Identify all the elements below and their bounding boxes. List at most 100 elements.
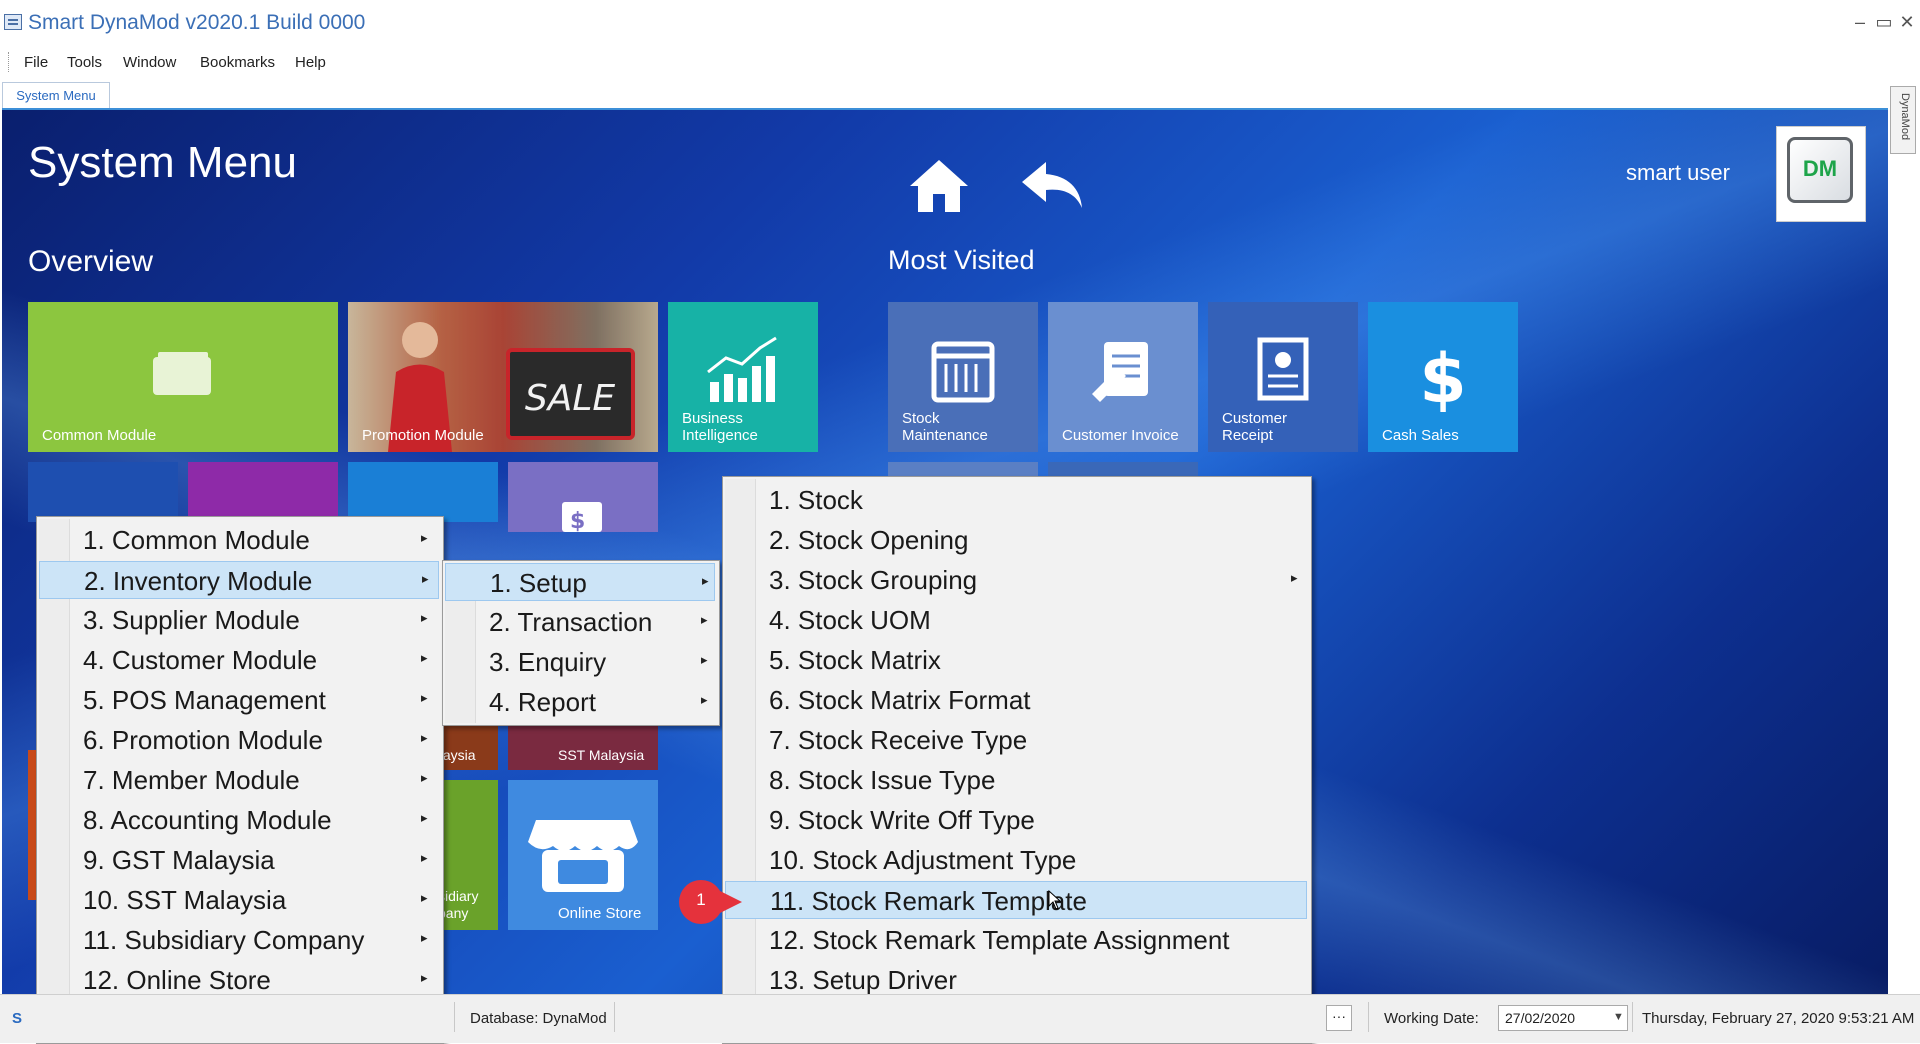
tile-hidden-3[interactable] xyxy=(348,462,498,522)
menu-item-label: 5. POS Management xyxy=(83,685,326,715)
menu-item-label: 7. Stock Receive Type xyxy=(769,725,1028,755)
tile-label: sidiary pany xyxy=(438,888,479,921)
tile-label: SST Malaysia xyxy=(558,747,645,763)
tile-label: Cash Sales xyxy=(1382,427,1459,444)
status-logo-fragment: S xyxy=(12,1010,23,1027)
inventory-menu-item[interactable]: 4. Report ▸ xyxy=(445,683,715,721)
tile-common-module[interactable]: Common Module xyxy=(28,302,338,452)
module-menu-item[interactable]: 7. Member Module ▸ xyxy=(39,761,439,799)
menu-item-label: 8. Stock Issue Type xyxy=(769,765,996,795)
setup-menu-item[interactable]: 3. Stock Grouping ▸ xyxy=(725,561,1307,599)
restore-button[interactable]: ▭ xyxy=(1872,12,1896,33)
tile-promotion-module[interactable]: SALE Promotion Module xyxy=(348,302,658,452)
setup-menu-item[interactable]: 12. Stock Remark Template Assignment xyxy=(725,921,1307,959)
menu-item-label: 9. GST Malaysia xyxy=(83,845,275,875)
menu-item-label: 6. Stock Matrix Format xyxy=(769,685,1031,715)
setup-menu-item[interactable]: 2. Stock Opening xyxy=(725,521,1307,559)
tile-business-intelligence[interactable]: Business Intelligence xyxy=(668,302,818,452)
inventory-menu-item[interactable]: 2. Transaction ▸ xyxy=(445,603,715,641)
submenu-arrow-icon: ▸ xyxy=(701,612,708,627)
svg-text:$: $ xyxy=(570,509,585,532)
company-logo: DM xyxy=(1776,126,1866,222)
chevron-down-icon[interactable]: ▼ xyxy=(1613,1011,1624,1023)
page-title: System Menu xyxy=(28,138,297,187)
tile-hidden-4[interactable]: $ xyxy=(508,462,658,532)
module-menu-item[interactable]: 2. Inventory Module ▸ xyxy=(39,561,439,599)
setup-menu-item[interactable]: 1. Stock xyxy=(725,481,1307,519)
menu-item-label: 11. Subsidiary Company xyxy=(83,925,365,955)
submenu-arrow-icon: ▸ xyxy=(421,530,428,545)
tile-cash-sales[interactable]: $ Cash Sales xyxy=(1368,302,1518,452)
module-menu-item[interactable]: 8. Accounting Module ▸ xyxy=(39,801,439,839)
submenu-arrow-icon: ▸ xyxy=(1291,570,1298,585)
menu-item-label: 6. Promotion Module xyxy=(83,725,323,755)
submenu-arrow-icon: ▸ xyxy=(421,810,428,825)
menu-item-label: 1. Common Module xyxy=(83,525,310,555)
menu-help[interactable]: Help xyxy=(295,54,326,71)
setup-menu-item[interactable]: 9. Stock Write Off Type xyxy=(725,801,1307,839)
menu-item-label: 4. Stock UOM xyxy=(769,605,931,635)
menu-item-label: 12. Stock Remark Template Assignment xyxy=(769,925,1230,955)
close-button[interactable]: ✕ xyxy=(1895,12,1919,33)
tile-hidden-1[interactable] xyxy=(28,462,178,522)
submenu-arrow-icon: ▸ xyxy=(421,890,428,905)
submenu-arrow-icon: ▸ xyxy=(421,610,428,625)
tile-stock-maintenance[interactable]: Stock Maintenance xyxy=(888,302,1038,452)
status-separator xyxy=(1368,1002,1369,1032)
tile-label: Business Intelligence xyxy=(682,410,758,444)
menu-file[interactable]: File xyxy=(24,54,48,71)
menu-bookmarks[interactable]: Bookmarks xyxy=(200,54,275,71)
status-separator xyxy=(454,1002,455,1032)
tile-sst-malaysia[interactable]: SST Malaysia xyxy=(508,725,658,770)
setup-menu-item[interactable]: 4. Stock UOM xyxy=(725,601,1307,639)
back-arrow-icon[interactable] xyxy=(1020,158,1086,212)
module-menu-item[interactable]: 10. SST Malaysia ▸ xyxy=(39,881,439,919)
tile-label: Common Module xyxy=(42,427,157,444)
window-title: Smart DynaMod v2020.1 Build 0000 xyxy=(28,11,366,34)
minimize-button[interactable]: – xyxy=(1848,12,1872,33)
submenu-arrow-icon: ▸ xyxy=(421,970,428,985)
working-date-picker[interactable]: 27/02/2020 ▼ xyxy=(1498,1005,1628,1031)
tab-system-menu[interactable]: System Menu xyxy=(2,82,110,108)
menu-window[interactable]: Window xyxy=(123,54,176,71)
setup-menu-item[interactable]: 10. Stock Adjustment Type xyxy=(725,841,1307,879)
document-dollar-icon: $ xyxy=(562,502,602,532)
working-date-value: 27/02/2020 xyxy=(1505,1010,1576,1026)
submenu-arrow-icon: ▸ xyxy=(701,652,708,667)
inventory-menu-item[interactable]: 3. Enquiry ▸ xyxy=(445,643,715,681)
module-menu-item[interactable]: 6. Promotion Module ▸ xyxy=(39,721,439,759)
setup-menu-item[interactable]: 11. Stock Remark Template xyxy=(725,881,1307,919)
menu-item-label: 8. Accounting Module xyxy=(83,805,332,835)
menu-item-label: 2. Inventory Module xyxy=(84,566,313,596)
module-menu-item[interactable]: 9. GST Malaysia ▸ xyxy=(39,841,439,879)
menubar-grip xyxy=(8,52,11,72)
inventory-menu-item[interactable]: 1. Setup ▸ xyxy=(445,563,715,601)
setup-menu-item[interactable]: 8. Stock Issue Type xyxy=(725,761,1307,799)
submenu-arrow-icon: ▸ xyxy=(421,850,428,865)
tile-label: Promotion Module xyxy=(362,427,484,444)
logo-text: DM xyxy=(1802,156,1838,181)
side-dock-label: DynaMod xyxy=(1899,93,1911,141)
ellipsis-button[interactable]: ··· xyxy=(1326,1005,1352,1031)
module-menu-item[interactable]: 11. Subsidiary Company ▸ xyxy=(39,921,439,959)
home-icon[interactable] xyxy=(908,156,970,214)
side-dock-tab[interactable]: DynaMod xyxy=(1890,86,1916,154)
menu-tools[interactable]: Tools xyxy=(67,54,102,71)
submenu-arrow-icon: ▸ xyxy=(701,692,708,707)
tile-hidden-2[interactable] xyxy=(188,462,338,522)
module-menu-item[interactable]: 5. POS Management ▸ xyxy=(39,681,439,719)
tile-customer-invoice[interactable]: Customer Invoice xyxy=(1048,302,1198,452)
tile-customer-receipt[interactable]: Customer Receipt xyxy=(1208,302,1358,452)
setup-menu-item[interactable]: 6. Stock Matrix Format xyxy=(725,681,1307,719)
submenu-arrow-icon: ▸ xyxy=(421,690,428,705)
mouse-cursor-icon xyxy=(1048,890,1062,910)
module-menu-item[interactable]: 4. Customer Module ▸ xyxy=(39,641,439,679)
menu-item-label: 10. SST Malaysia xyxy=(83,885,287,915)
module-menu-item[interactable]: 3. Supplier Module ▸ xyxy=(39,601,439,639)
svg-text:SALE: SALE xyxy=(525,378,616,419)
tile-online-store[interactable]: Online Store xyxy=(508,780,658,930)
setup-menu-item[interactable]: 7. Stock Receive Type xyxy=(725,721,1307,759)
setup-menu-item[interactable]: 5. Stock Matrix xyxy=(725,641,1307,679)
menu-item-label: 3. Stock Grouping xyxy=(769,565,978,595)
module-menu-item[interactable]: 1. Common Module ▸ xyxy=(39,521,439,559)
